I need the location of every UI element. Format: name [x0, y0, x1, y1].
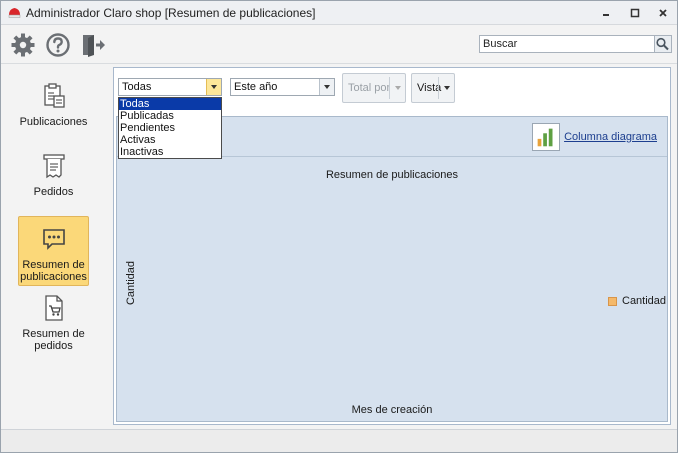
search-input[interactable]	[479, 35, 655, 53]
status-combobox-value: Todas	[122, 81, 152, 93]
chat-bubble-icon	[42, 229, 65, 250]
chart-type-selector[interactable]: Columna diagrama	[532, 123, 657, 151]
chevron-down-icon[interactable]	[439, 74, 454, 102]
vista-button[interactable]: Vista	[411, 73, 455, 103]
sidebar-item-pedidos[interactable]: Pedidos	[18, 152, 89, 198]
receipt-icon	[42, 154, 65, 179]
maximize-icon	[630, 8, 640, 18]
sidebar-item-label: Resumen de publicaciones	[20, 259, 87, 283]
sidebar-item-label: Resumen de pedidos	[22, 328, 85, 352]
dropdown-option-publicadas[interactable]: Publicadas	[119, 110, 221, 122]
toolbar	[1, 26, 677, 64]
chart-legend: Cantidad	[608, 295, 666, 307]
dropdown-option-pendientes[interactable]: Pendientes	[119, 122, 221, 134]
title-bar: Administrador Claro shop [Resumen de pub…	[1, 1, 677, 25]
exit-icon[interactable]	[80, 32, 106, 58]
search-button[interactable]	[655, 35, 672, 53]
chevron-down-icon[interactable]	[319, 79, 334, 95]
gear-icon[interactable]	[10, 32, 36, 58]
x-axis-label: Mes de creación	[351, 404, 433, 416]
legend-label: Cantidad	[622, 295, 667, 307]
sidebar-item-label: Pedidos	[33, 186, 74, 198]
close-icon	[659, 9, 667, 17]
y-axis-label: Cantidad	[125, 260, 138, 306]
status-dropdown-list: Todas Publicadas Pendientes Activas Inac…	[118, 97, 222, 159]
status-combobox[interactable]: Todas	[118, 78, 222, 96]
total-por-label: Total por	[348, 82, 391, 94]
app-icon	[8, 8, 21, 18]
search-icon	[656, 37, 669, 51]
period-combobox[interactable]: Este año	[230, 78, 335, 96]
cart-document-icon	[44, 295, 63, 321]
dropdown-option-todas[interactable]: Todas	[119, 98, 221, 110]
maximize-button[interactable]	[626, 5, 644, 21]
chart-title: Resumen de publicaciones	[325, 169, 459, 181]
close-button[interactable]	[654, 5, 672, 21]
chart-type-link[interactable]: Columna diagrama	[564, 131, 657, 143]
bar-chart-icon	[532, 123, 561, 151]
help-icon[interactable]	[45, 32, 71, 58]
chevron-down-icon[interactable]	[206, 79, 221, 95]
minimize-icon	[603, 14, 609, 16]
dropdown-option-inactivas[interactable]: Inactivas	[119, 146, 221, 158]
sidebar-item-resumen-pedidos[interactable]: Resumen de pedidos	[18, 294, 89, 352]
window-title: Administrador Claro shop [Resumen de pub…	[26, 6, 316, 20]
minimize-button[interactable]	[597, 5, 615, 21]
legend-swatch	[608, 296, 617, 306]
chevron-down-icon[interactable]	[390, 74, 405, 102]
dropdown-option-activas[interactable]: Activas	[119, 134, 221, 146]
chart-area: Columna diagrama Resumen de publicacione…	[116, 116, 668, 422]
clipboard-icon	[43, 83, 65, 108]
sidebar-item-publicaciones[interactable]: Publicaciones	[18, 82, 89, 128]
sidebar: Publicaciones Pedidos Resumen de publica…	[1, 65, 111, 426]
status-bar	[1, 429, 677, 452]
period-combobox-value: Este año	[234, 81, 278, 93]
sidebar-item-label: Publicaciones	[19, 116, 88, 128]
sidebar-item-resumen-publicaciones[interactable]: Resumen de publicaciones	[18, 216, 89, 286]
total-por-button[interactable]: Total por	[342, 73, 406, 103]
app-window: Administrador Claro shop [Resumen de pub…	[0, 0, 678, 453]
